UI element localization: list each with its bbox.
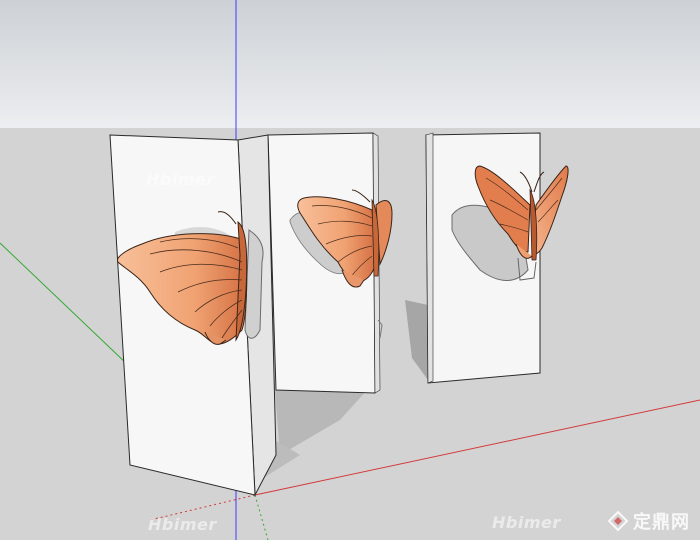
3d-viewport[interactable]: [0, 0, 700, 540]
watermark-bottom-right: Hbimer: [492, 513, 561, 532]
brand-watermark: 定鼎网: [607, 508, 690, 534]
sky: [0, 0, 700, 128]
sketchup-window: Hbimer Hbimer Hbimer 定鼎网: [0, 0, 700, 540]
watermark-bottom-left: Hbimer: [148, 515, 217, 534]
brand-logo-icon: [607, 510, 629, 532]
brand-text: 定鼎网: [633, 512, 690, 533]
watermark-panel: Hbimer: [146, 170, 215, 189]
